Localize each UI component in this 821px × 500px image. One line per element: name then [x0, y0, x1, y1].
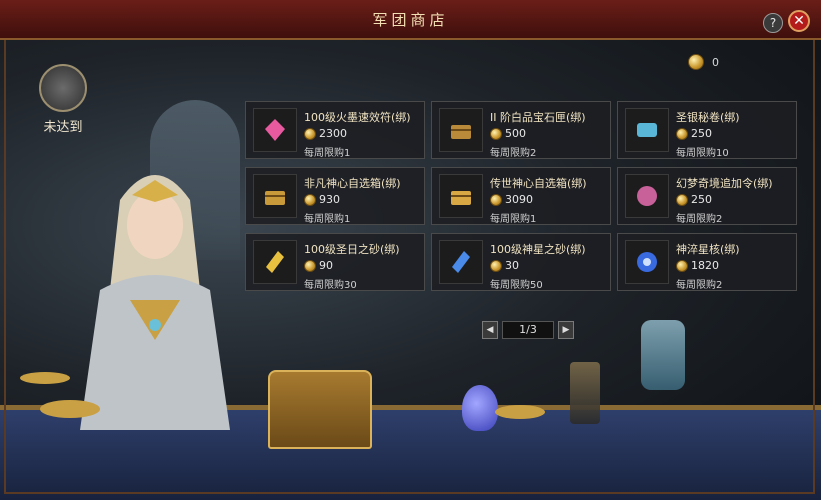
item-price: 30 [490, 259, 519, 272]
item-price: 90 [304, 259, 333, 272]
item-price: 1820 [676, 259, 719, 272]
decor-jar [641, 320, 685, 390]
prev-page-button[interactable]: ◀ [482, 321, 498, 339]
purchase-limit: 每周限购50 [490, 280, 543, 291]
price-value: 2300 [319, 127, 347, 140]
item-thumbnail [253, 174, 297, 218]
help-button[interactable]: ? [763, 13, 783, 33]
gold-coin-icon [490, 259, 502, 272]
shop-item[interactable]: 神淬星核(绑) 1820 每周限购2 [617, 233, 797, 291]
item-price: 250 [676, 127, 712, 140]
title-bar: 军团商店 ? ✕ [0, 0, 821, 40]
item-price: 2300 [304, 127, 347, 140]
gold-chest-icon [451, 191, 471, 205]
page-indicator: 1/3 [502, 321, 554, 339]
purchase-limit: 每周限购30 [304, 280, 357, 291]
scroll-icon [637, 123, 657, 137]
purchase-limit: 每周限购2 [676, 214, 723, 225]
shop-item[interactable]: 圣银秘卷(绑) 250 每周限购10 [617, 101, 797, 159]
price-value: 3090 [505, 193, 533, 206]
price-value: 500 [505, 127, 526, 140]
rank-badge-icon [39, 64, 87, 112]
gold-coin-icon [304, 193, 316, 206]
item-name: 非凡神心自选箱(绑) [304, 177, 401, 190]
item-price: 250 [676, 193, 712, 206]
blue-crystal-icon [452, 251, 470, 273]
shop-item[interactable]: 传世神心自选箱(绑) 3090 每周限购1 [431, 167, 611, 225]
shop-item[interactable]: 100级神星之砂(绑) 30 每周限购50 [431, 233, 611, 291]
gold-coin-icon [688, 54, 704, 70]
item-name: 100级火墨速效符(绑) [304, 111, 411, 124]
gold-coin-icon [490, 127, 502, 140]
purchase-limit: 每周限购1 [304, 148, 351, 159]
pink-gem-icon [265, 119, 285, 141]
rank-status: 未达到 [34, 64, 92, 135]
price-value: 250 [691, 127, 712, 140]
decor-coins [40, 400, 100, 418]
item-name: II 阶白品宝石匣(绑) [490, 111, 586, 124]
item-thumbnail [439, 240, 483, 284]
item-thumbnail [253, 240, 297, 284]
price-value: 930 [319, 193, 340, 206]
treasure-chest-icon [451, 125, 471, 139]
rank-status-label: 未达到 [43, 120, 83, 135]
item-thumbnail [439, 174, 483, 218]
item-name: 圣银秘卷(绑) [676, 111, 740, 124]
gold-coin-icon [304, 127, 316, 140]
decor-coins [20, 372, 70, 384]
gold-coin-icon [676, 193, 688, 206]
item-name: 神淬星核(绑) [676, 243, 740, 256]
window-title: 军团商店 [372, 11, 449, 29]
shop-item[interactable]: II 阶白品宝石匣(绑) 500 每周限购2 [431, 101, 611, 159]
price-value: 30 [505, 259, 519, 272]
close-button[interactable]: ✕ [788, 10, 810, 32]
shop-item[interactable]: 幻梦奇境追加令(绑) 250 每周限购2 [617, 167, 797, 225]
item-price: 3090 [490, 193, 533, 206]
guild-shop-window: 军团商店 ? ✕ 未达到 0 100级火墨速效符(绑) 2300 每周限购1 I… [0, 0, 821, 500]
currency-amount: 0 [712, 55, 719, 69]
pagination: ◀ 1/3 ▶ [482, 321, 574, 339]
item-price: 930 [304, 193, 340, 206]
decor-treasure-chest [268, 370, 372, 449]
gold-coin-icon [676, 259, 688, 272]
item-thumbnail [625, 174, 669, 218]
price-value: 1820 [691, 259, 719, 272]
decor-coins [495, 405, 545, 419]
item-price: 500 [490, 127, 526, 140]
purchase-limit: 每周限购2 [676, 280, 723, 291]
gold-coin-icon [304, 259, 316, 272]
purchase-limit: 每周限购2 [490, 148, 537, 159]
item-name: 幻梦奇境追加令(绑) [676, 177, 773, 190]
next-page-button[interactable]: ▶ [558, 321, 574, 339]
item-thumbnail [439, 108, 483, 152]
shop-item[interactable]: 100级火墨速效符(绑) 2300 每周限购1 [245, 101, 425, 159]
gold-chest-icon [265, 191, 285, 205]
pink-orb-icon [637, 186, 657, 206]
currency-display: 0 [688, 54, 719, 70]
purchase-limit: 每周限购10 [676, 148, 729, 159]
character-illustration [80, 175, 230, 430]
item-name: 100级神星之砂(绑) [490, 243, 586, 256]
purchase-limit: 每周限购1 [490, 214, 537, 225]
yellow-crystal-icon [266, 251, 284, 273]
gold-coin-icon [676, 127, 688, 140]
item-name: 传世神心自选箱(绑) [490, 177, 587, 190]
shop-item[interactable]: 非凡神心自选箱(绑) 930 每周限购1 [245, 167, 425, 225]
item-thumbnail [625, 108, 669, 152]
shop-item-grid: 100级火墨速效符(绑) 2300 每周限购1 II 阶白品宝石匣(绑) 500… [245, 101, 797, 291]
item-name: 100级圣日之砂(绑) [304, 243, 400, 256]
purchase-limit: 每周限购1 [304, 214, 351, 225]
blue-star-core-icon [637, 252, 657, 272]
decor-hourglass [570, 362, 600, 424]
price-value: 250 [691, 193, 712, 206]
price-value: 90 [319, 259, 333, 272]
decor-potion [462, 385, 498, 431]
gold-coin-icon [490, 193, 502, 206]
item-thumbnail [253, 108, 297, 152]
item-thumbnail [625, 240, 669, 284]
shop-item[interactable]: 100级圣日之砂(绑) 90 每周限购30 [245, 233, 425, 291]
